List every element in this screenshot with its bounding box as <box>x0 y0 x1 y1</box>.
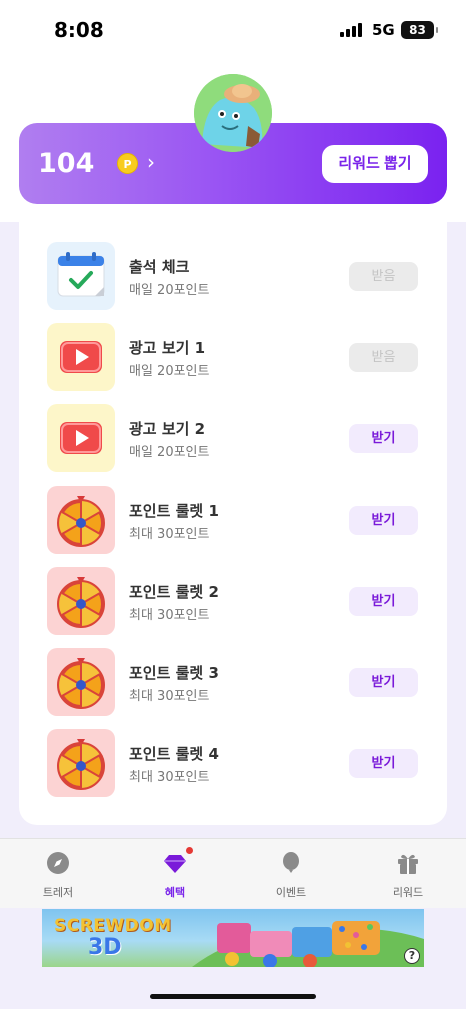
received-button[interactable]: 받음 <box>349 343 418 372</box>
task-title: 포인트 룰렛 2 <box>129 583 219 601</box>
list-item: 광고 보기 2 매일 20포인트 받기 <box>47 404 419 472</box>
list-item: 포인트 룰렛 1 최대 30포인트 받기 <box>47 486 419 554</box>
list-item: 포인트 룰렛 3 최대 30포인트 받기 <box>47 648 419 716</box>
list-item: 포인트 룰렛 4 최대 30포인트 받기 <box>47 729 419 797</box>
reward-draw-button[interactable]: 리워드 뽑기 <box>322 145 428 183</box>
task-title: 포인트 룰렛 3 <box>129 664 219 682</box>
task-title: 광고 보기 2 <box>129 420 206 438</box>
task-subtitle: 매일 20포인트 <box>129 445 210 460</box>
list-item: 광고 보기 1 매일 20포인트 받음 <box>47 323 419 391</box>
network-label: 5G <box>372 21 395 39</box>
notification-badge <box>186 847 193 854</box>
calendar-check-icon <box>47 242 115 310</box>
tab-label: 트레저 <box>42 886 74 899</box>
roulette-wheel-icon <box>47 729 115 797</box>
home-indicator[interactable] <box>150 994 316 999</box>
tab-events[interactable]: 이벤트 <box>251 839 331 909</box>
roulette-wheel-icon <box>47 567 115 635</box>
ad-banner[interactable]: SCREWDOM 3D ? <box>42 909 424 967</box>
coin-icon: P <box>117 153 138 174</box>
task-title: 광고 보기 1 <box>129 339 206 357</box>
claim-button[interactable]: 받기 <box>349 749 418 778</box>
battery-icon: 83 <box>401 21 438 39</box>
ad-help-icon[interactable]: ? <box>404 948 420 964</box>
gift-icon <box>398 854 418 874</box>
task-title: 포인트 룰렛 4 <box>129 745 219 763</box>
tab-rewards[interactable]: 리워드 <box>368 839 448 909</box>
roulette-wheel-icon <box>47 486 115 554</box>
list-item: 포인트 룰렛 2 최대 30포인트 받기 <box>47 567 419 635</box>
bottom-tab-bar: 트레저 혜택 이벤트 리워드 <box>0 838 466 908</box>
tab-label: 혜택 <box>164 886 186 899</box>
claim-button[interactable]: 받기 <box>349 424 418 453</box>
signal-icon <box>340 23 362 37</box>
task-subtitle: 매일 20포인트 <box>129 283 210 298</box>
task-subtitle: 매일 20포인트 <box>129 364 210 379</box>
avatar[interactable] <box>194 74 272 152</box>
chevron-right-icon[interactable]: › <box>147 150 155 174</box>
task-list: 출석 체크 매일 20포인트 받음 광고 보기 1 매일 20포인트 받음 광고… <box>19 222 447 825</box>
tab-label: 리워드 <box>392 886 424 899</box>
task-title: 포인트 룰렛 1 <box>129 502 219 520</box>
status-time: 8:08 <box>54 18 104 42</box>
task-subtitle: 최대 30포인트 <box>129 689 210 704</box>
tab-treasure[interactable]: 트레저 <box>18 839 98 909</box>
tab-label: 이벤트 <box>275 886 307 899</box>
claim-button[interactable]: 받기 <box>349 668 418 697</box>
ad-subtitle: 3D <box>88 935 122 960</box>
task-title: 출석 체크 <box>129 258 190 276</box>
claim-button[interactable]: 받기 <box>349 506 418 535</box>
task-subtitle: 최대 30포인트 <box>129 608 210 623</box>
video-play-icon <box>47 323 115 391</box>
diamond-icon <box>164 855 186 873</box>
claim-button[interactable]: 받기 <box>349 587 418 616</box>
character-avatar-icon <box>194 74 272 152</box>
tab-benefits[interactable]: 혜택 <box>135 839 215 909</box>
ad-title: SCREWDOM <box>54 916 172 936</box>
status-bar: 8:08 5G 83 <box>0 0 466 62</box>
received-button[interactable]: 받음 <box>349 262 418 291</box>
list-item: 출석 체크 매일 20포인트 받음 <box>47 242 419 310</box>
points-value[interactable]: 104 <box>38 148 94 179</box>
balloon-icon <box>283 852 299 873</box>
task-subtitle: 최대 30포인트 <box>129 770 210 785</box>
video-play-icon <box>47 404 115 472</box>
task-subtitle: 최대 30포인트 <box>129 527 210 542</box>
roulette-wheel-icon <box>47 648 115 716</box>
compass-icon <box>47 852 69 874</box>
